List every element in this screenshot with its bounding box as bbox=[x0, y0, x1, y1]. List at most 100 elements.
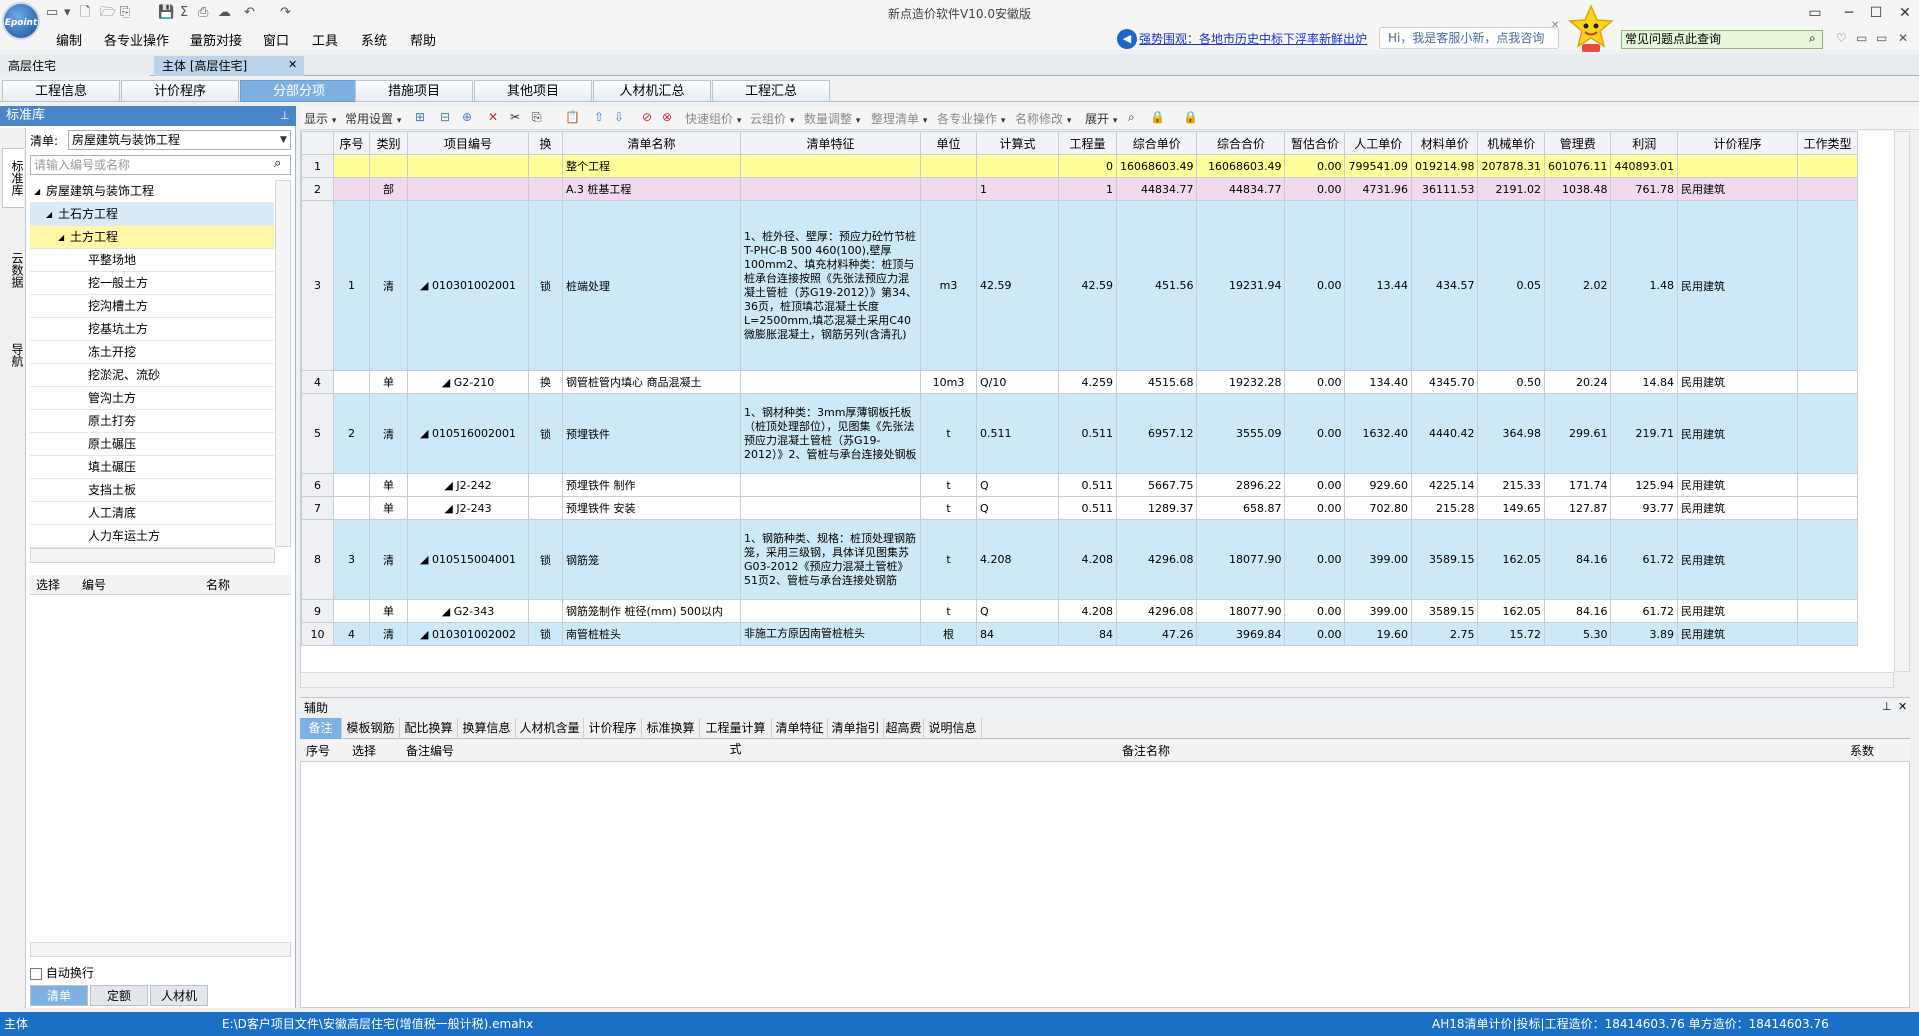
aux-tab[interactable]: 标准换算 bbox=[642, 718, 700, 739]
tab-measures[interactable]: 措施项目 bbox=[355, 80, 473, 102]
grid-cell[interactable]: 1289.37 bbox=[1115, 496, 1198, 520]
doc-tab-close-icon[interactable]: ✕ bbox=[288, 58, 297, 71]
tab-sub-items[interactable]: 分部分项 bbox=[240, 80, 358, 102]
grid-cell[interactable]: Q bbox=[976, 473, 1059, 497]
grid-row[interactable]: 9 单 ◢ G2-343 钢筋笼制作 桩径(mm) 500以内 t Q 4.208 4296.… bbox=[301, 599, 1858, 623]
grid-cell[interactable]: 1、钢筋种类、规格：桩顶处理钢筋笼，采用三级钢，具体详见图集苏G03-2012《… bbox=[740, 519, 921, 600]
grid-cell[interactable]: t bbox=[920, 496, 977, 520]
grid-cell[interactable]: 019214.98 bbox=[1410, 154, 1479, 178]
aux-tab[interactable]: 人材机含量 bbox=[516, 718, 584, 739]
pin-icon[interactable]: ⊥ bbox=[280, 109, 290, 122]
grid-cell[interactable]: 207878.31 bbox=[1477, 154, 1545, 178]
grid-cell[interactable] bbox=[740, 370, 921, 394]
grid-cell[interactable]: 1、桩外径、壁厚：预应力砼竹节桩T-PHC-B 500 460(100),壁厚1… bbox=[740, 200, 921, 371]
grid-cell[interactable]: 单 bbox=[369, 599, 408, 623]
grid-cell[interactable]: ◢ G2-210 bbox=[407, 370, 529, 394]
grid-cell[interactable] bbox=[333, 599, 370, 623]
grid-cell[interactable]: 5.30 bbox=[1543, 622, 1612, 646]
grid-cell[interactable]: 民用建筑 bbox=[1676, 519, 1798, 600]
tree-node[interactable]: 填土碾压 bbox=[30, 456, 274, 479]
grid-cell[interactable]: ◢ 010301002002 bbox=[407, 622, 529, 646]
autowrap-toggle[interactable]: 自动换行 bbox=[30, 964, 94, 981]
column-header[interactable] bbox=[301, 131, 334, 155]
tree-horizontal-scrollbar[interactable] bbox=[30, 548, 275, 563]
grid-cell[interactable]: 929.60 bbox=[1344, 473, 1412, 497]
grid-cell[interactable]: 3589.15 bbox=[1410, 599, 1479, 623]
grid-cell[interactable]: 2.02 bbox=[1543, 200, 1612, 371]
cloud-icon[interactable]: ☁ bbox=[218, 4, 231, 22]
close-icon[interactable]: ✕ bbox=[1898, 700, 1907, 713]
aux-tab[interactable]: 模板钢筋 bbox=[342, 718, 400, 739]
column-header[interactable]: 机械单价 bbox=[1477, 131, 1545, 155]
grid-cell[interactable]: 0.00 bbox=[1284, 519, 1346, 600]
grid-cell[interactable] bbox=[528, 177, 563, 201]
minimize-icon[interactable]: ─ bbox=[1835, 2, 1863, 24]
tree-node[interactable]: 人工清底 bbox=[30, 502, 274, 525]
grid-cell[interactable]: 4345.70 bbox=[1410, 370, 1479, 394]
grid-cell[interactable]: 10m3 bbox=[920, 370, 977, 394]
aux-tab[interactable]: 说明信息 bbox=[924, 718, 982, 739]
grid-cell[interactable]: 4225.14 bbox=[1410, 473, 1479, 497]
grid-cell[interactable]: 13.44 bbox=[1344, 200, 1412, 371]
quick-pricing-button[interactable]: 快速组价 ▾ bbox=[685, 110, 741, 127]
grid-cell[interactable]: 3 bbox=[301, 200, 334, 371]
autowrap-checkbox[interactable] bbox=[30, 967, 42, 980]
menu-system[interactable]: 系统 bbox=[361, 30, 387, 49]
grid-cell[interactable]: ◢ 010515004001 bbox=[407, 519, 529, 600]
grid-cell[interactable]: 3555.09 bbox=[1196, 393, 1286, 474]
grid-cell[interactable]: 预埋铁件 安装 bbox=[562, 496, 741, 520]
grid-cell[interactable] bbox=[1796, 393, 1858, 474]
grid-cell[interactable] bbox=[740, 154, 921, 178]
grid-cell[interactable]: 民用建筑 bbox=[1676, 599, 1798, 623]
column-header[interactable]: 单位 bbox=[920, 131, 977, 155]
grid-cell[interactable]: 799541.09 bbox=[1344, 154, 1412, 178]
grid-horizontal-scrollbar[interactable] bbox=[300, 672, 1894, 688]
grid-cell[interactable]: 658.87 bbox=[1196, 496, 1286, 520]
grid-cell[interactable]: 18077.90 bbox=[1196, 599, 1286, 623]
specialty-ops-button[interactable]: 各专业操作 ▾ bbox=[937, 110, 1005, 127]
tree-node[interactable]: 挖基坑土方 bbox=[30, 318, 274, 341]
grid-row[interactable]: 4 单 ◢ G2-210 换钢管桩管内填心 商品混凝土 10m3 Q/10 4.259 451… bbox=[301, 370, 1858, 394]
grid-cell[interactable]: 0.511 bbox=[976, 393, 1059, 474]
grid-cell[interactable]: 4.259 bbox=[1058, 370, 1117, 394]
aux-tab[interactable]: 换算信息 bbox=[458, 718, 516, 739]
tree-node[interactable]: 挖一般土方 bbox=[30, 272, 274, 295]
grid-cell[interactable] bbox=[1796, 177, 1858, 201]
grid-cell[interactable] bbox=[740, 496, 921, 520]
grid-cell[interactable]: 单 bbox=[369, 473, 408, 497]
lock-clear-icon[interactable]: ⊘ bbox=[642, 110, 652, 124]
grid-cell[interactable]: 4 bbox=[333, 622, 370, 646]
grid-row[interactable]: 3 1 清 ◢ 010301002001 锁桩端处理 1、桩外径、壁厚：预应力砼竹节桩T-… bbox=[301, 200, 1858, 371]
tree-node[interactable]: ◢ 房屋建筑与装饰工程 bbox=[30, 180, 274, 203]
column-header[interactable]: 计算式 bbox=[976, 131, 1059, 155]
dropdown-arrow-icon[interactable]: ▾ bbox=[64, 4, 71, 22]
grid-cell[interactable]: 601076.11 bbox=[1543, 154, 1612, 178]
grid-cell[interactable] bbox=[528, 154, 563, 178]
new-file-icon[interactable]: ▭ bbox=[46, 4, 58, 22]
grid-cell[interactable] bbox=[1796, 370, 1858, 394]
search-icon[interactable]: ⌕ bbox=[1809, 31, 1816, 46]
grid-vertical-scrollbar[interactable] bbox=[1894, 131, 1910, 672]
grid-cell[interactable]: 3.89 bbox=[1610, 622, 1678, 646]
common-settings-button[interactable]: 常用设置 ▾ bbox=[345, 110, 401, 127]
close-sub-icon[interactable]: ✕ bbox=[1898, 31, 1908, 45]
grid-cell[interactable]: 20.24 bbox=[1543, 370, 1612, 394]
sum-icon[interactable]: Σ bbox=[180, 4, 188, 22]
assistant-bubble[interactable]: Hi，我是客服小新，点我咨询 bbox=[1379, 27, 1559, 49]
help-icon[interactable]: ▭ bbox=[1801, 2, 1829, 24]
aux-tab[interactable]: 清单指引 bbox=[828, 718, 884, 739]
settings-lock-icon[interactable]: 🔒 bbox=[1183, 110, 1198, 124]
add-child-icon[interactable]: ⊟ bbox=[440, 110, 450, 124]
grid-row[interactable]: 6 单 ◢ J2-242 预埋铁件 制作 t Q 0.511 5667.75 2896.22 0.… bbox=[301, 473, 1858, 497]
restore-sub-icon[interactable]: ▭ bbox=[1856, 31, 1867, 45]
grid-cell[interactable]: 锁 bbox=[528, 200, 563, 371]
aux-tab[interactable]: 工程量计算式 bbox=[700, 718, 772, 756]
grid-cell[interactable]: 364.98 bbox=[1477, 393, 1545, 474]
grid-cell[interactable] bbox=[1796, 519, 1858, 600]
tree-node[interactable]: 原土碾压 bbox=[30, 433, 274, 456]
grid-cell[interactable]: 9 bbox=[301, 599, 334, 623]
grid-cell[interactable]: Q/10 bbox=[976, 370, 1059, 394]
column-header[interactable]: 类别 bbox=[369, 131, 408, 155]
column-header[interactable]: 综合单价 bbox=[1115, 131, 1198, 155]
grid-cell[interactable] bbox=[740, 599, 921, 623]
